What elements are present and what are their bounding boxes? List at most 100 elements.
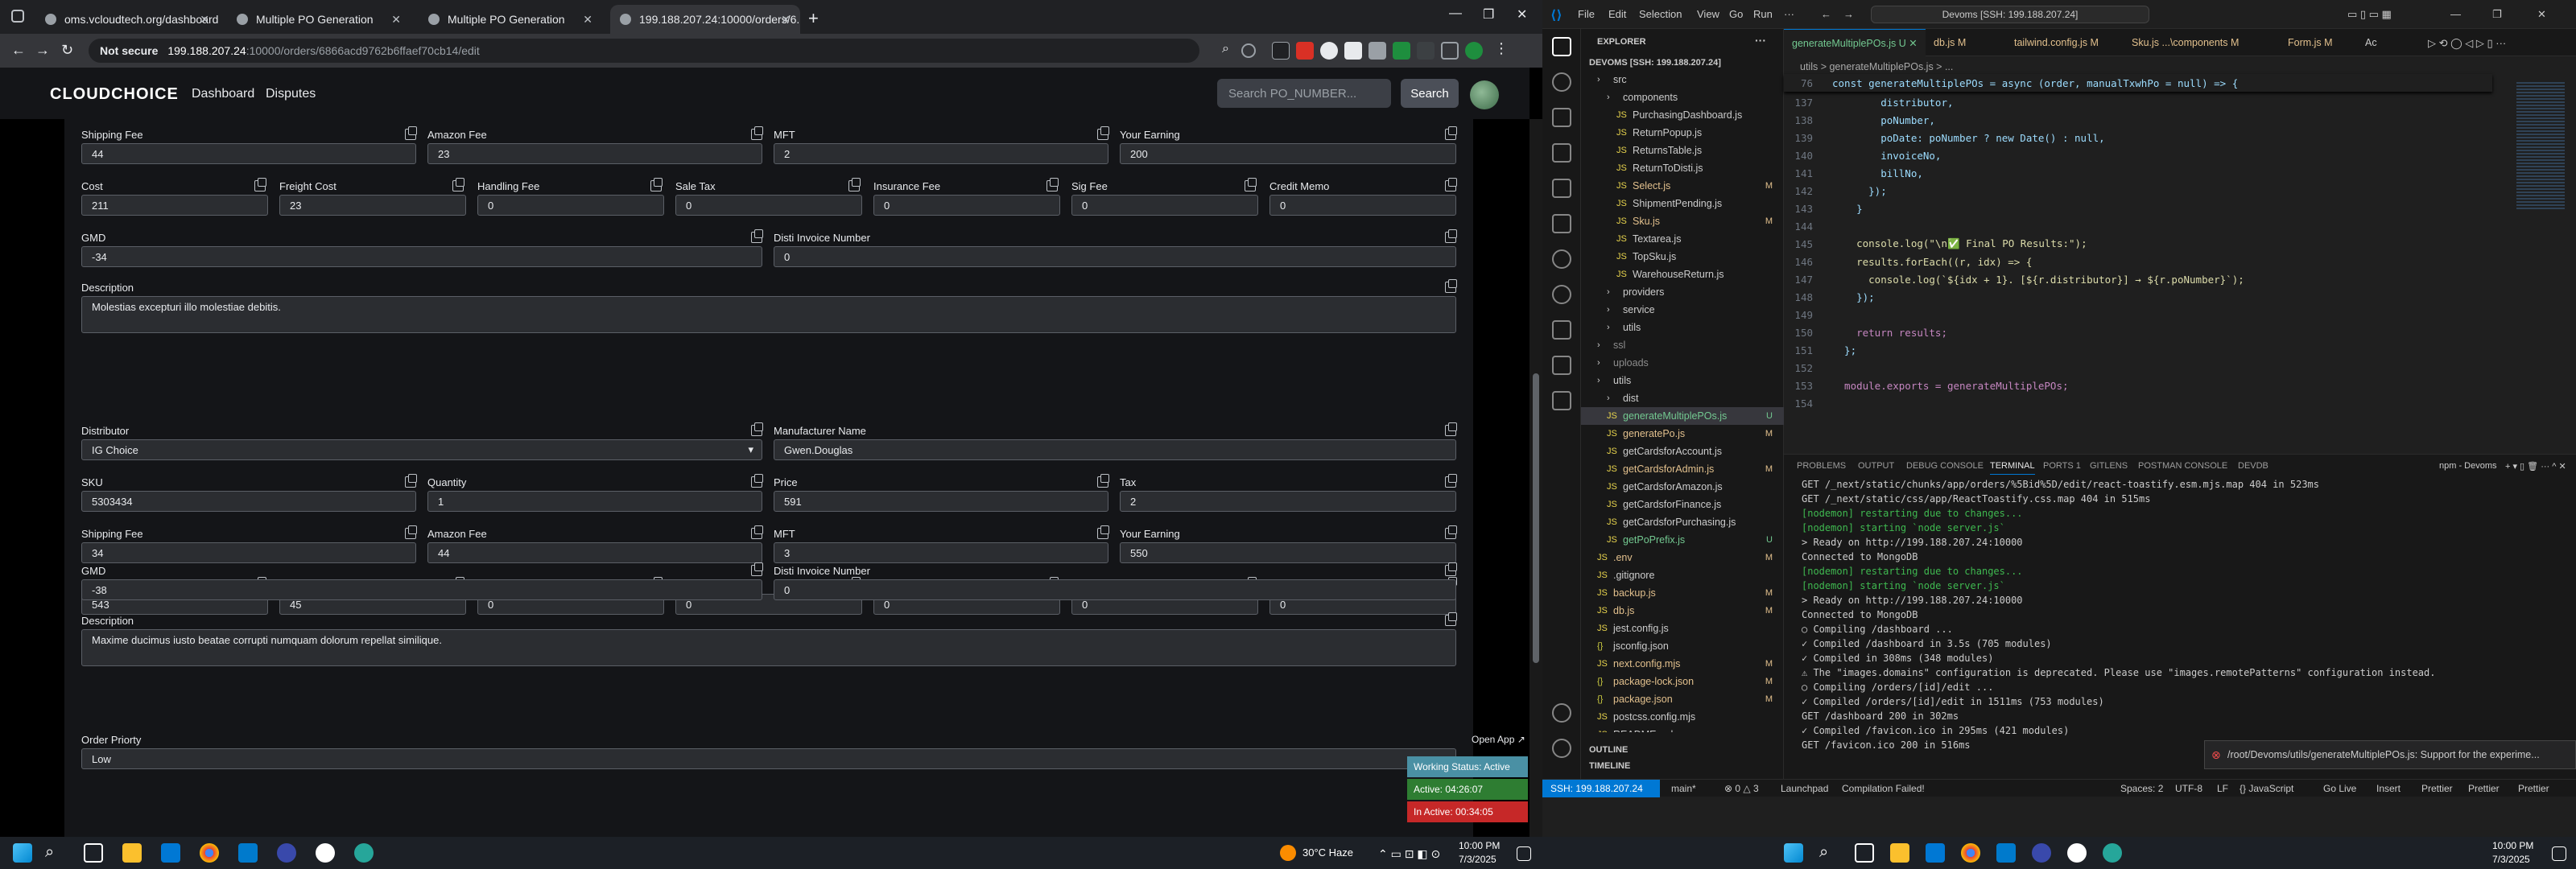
copy-icon[interactable] [1097,525,1109,539]
description-textarea[interactable]: Maxime ducimus iusto beatae corrupti num… [81,629,1456,666]
tab-generate-multiple-pos[interactable]: generateMultiplePOs.js U ✕ [1784,29,1926,56]
close-tab-icon[interactable]: ✕ [200,13,209,27]
gmd-input[interactable]: -38 [81,579,762,600]
store-icon[interactable] [161,843,180,863]
new-tab-icon[interactable]: + [808,8,819,29]
minimize-icon[interactable]: — [1449,6,1462,21]
shipping-fee-input[interactable]: 34 [81,542,416,563]
tab-search-icon[interactable] [11,10,24,23]
sticky-scroll-line[interactable]: 76 const generateMultiplePOs = async (ord… [1784,74,2492,92]
go-live[interactable]: Go Live [2323,783,2356,794]
app-icon[interactable] [2067,843,2087,863]
search-icon[interactable] [1552,72,1571,92]
mft-input[interactable]: 2 [774,143,1108,164]
code-line[interactable]: 145 console.log("\n✅ Final PO Results:")… [1784,235,2492,253]
file-tree-item[interactable]: JS ShipmentPending.js [1581,195,1784,212]
menu-file[interactable]: File [1578,8,1595,20]
tray-icons[interactable]: ⌃ ▭ ⊡ ◧ ⊙ [1378,847,1440,861]
vscode-icon[interactable] [238,843,258,863]
explorer-icon[interactable] [1552,37,1571,56]
amazon-fee-input[interactable]: 23 [427,143,762,164]
encoding[interactable]: UTF-8 [2175,783,2202,794]
search-icon[interactable]: ⌕ [45,843,64,863]
file-tree-item[interactable]: › src [1581,71,1784,89]
code-line[interactable]: 153 module.exports = generateMultiplePOs… [1784,377,2492,394]
file-tree-item[interactable]: JS getCardsforAccount.js [1581,443,1784,460]
file-tree-item[interactable]: JS generatePo.js M [1581,425,1784,443]
file-tree-item[interactable]: JS next.config.mjs M [1581,655,1784,673]
code-line[interactable]: 146 results.forEach((r, idx) => { [1784,253,2492,270]
extensions-puzzle-icon[interactable] [1441,42,1459,60]
copy-icon[interactable] [1445,474,1457,488]
tab-db[interactable]: db.js M [1926,29,2006,56]
copy-icon[interactable] [1445,612,1457,626]
reload-icon[interactable]: ↻ [61,42,73,59]
nav-dashboard[interactable]: Dashboard [192,87,254,101]
distributor-select[interactable]: IG Choice [81,439,762,460]
your-earning-input[interactable]: 550 [1120,542,1456,563]
task-view-icon[interactable] [84,843,103,863]
file-tree-item[interactable]: JS WarehouseReturn.js [1581,266,1784,283]
close-window-icon[interactable]: ✕ [1517,6,1527,23]
insert-mode[interactable]: Insert [2376,783,2401,794]
tab-oms-dashboard[interactable]: oms.vcloudtech.org/dashboard ✕ [35,5,219,34]
app-icon[interactable] [316,843,335,863]
git-graph-icon[interactable] [1552,285,1571,304]
profile-icon[interactable] [1465,42,1483,60]
source-control-icon[interactable] [1552,108,1571,127]
remote-ssh-indicator[interactable]: SSH: 199.188.207.24 [1542,780,1660,797]
compilation-status[interactable]: Compilation Failed! [1842,783,1925,794]
testing-icon[interactable] [1552,320,1571,340]
error-notification[interactable]: /root/Devoms/utils/generateMultiplePOs.j… [2204,740,2576,769]
gear-icon[interactable] [1552,739,1571,758]
clock-time[interactable]: 10:00 PM [1459,840,1500,851]
file-tree-item[interactable]: JS generateMultiplePOs.js U [1581,407,1784,425]
credit-memo-input[interactable]: 0 [1269,195,1456,216]
copy-icon[interactable] [1445,279,1457,293]
zoom-app-icon[interactable] [2032,843,2051,863]
po-search-input[interactable]: Search PO_NUMBER... [1217,79,1391,108]
file-tree-item[interactable]: JS Select.js M [1581,177,1784,195]
panel-tab-postman[interactable]: POSTMAN CONSOLE [2138,461,2227,471]
menu-edit[interactable]: Edit [1608,8,1626,20]
not-secure-badge[interactable]: Not secure [100,44,158,57]
git-branch[interactable]: main* [1671,783,1696,794]
panel-tab-debug-console[interactable]: DEBUG CONSOLE [1906,461,1984,471]
copy-icon[interactable] [405,525,417,539]
tax-input[interactable]: 2 [1120,491,1456,512]
file-tree-item[interactable]: JS TopSku.js [1581,248,1784,266]
cost-input[interactable]: 211 [81,195,268,216]
timeline-section[interactable]: TIMELINE [1589,761,1630,771]
back-icon[interactable]: ← [1821,8,1831,20]
file-explorer-icon[interactable] [1890,843,1909,863]
language-mode[interactable]: {} JavaScript [2240,783,2293,794]
file-tree-item[interactable]: › service [1581,301,1784,319]
copy-icon[interactable] [1445,229,1457,243]
tab-multiple-po-2[interactable]: Multiple PO Generation ✕ [419,5,602,34]
file-tree-item[interactable]: JS Textarea.js [1581,230,1784,248]
gitlens-icon[interactable] [1552,249,1571,269]
address-bar[interactable]: Not secure 199.188.207.24:10000/orders/6… [89,39,1199,63]
file-tree-item[interactable]: › ssl [1581,336,1784,354]
panel-tab-problems[interactable]: PROBLEMS [1797,461,1846,471]
file-tree-item[interactable]: › providers [1581,283,1784,301]
vscode-icon[interactable] [1996,843,2016,863]
disti-invoice-input[interactable]: 0 [774,579,1456,600]
code-line[interactable]: 139 poDate: poNumber ? new Date() : null… [1784,129,2492,146]
menu-view[interactable]: View [1697,8,1719,20]
clock-date[interactable]: 7/3/2025 [2492,854,2530,865]
copy-icon[interactable] [1097,474,1109,488]
file-explorer-icon[interactable] [122,843,142,863]
workspace-root[interactable]: DEVOMS [SSH: 199.188.207.24] [1589,58,1721,68]
freight-cost-input[interactable]: 23 [279,195,466,216]
copy-icon[interactable] [1046,178,1059,192]
panel-tab-ports[interactable]: PORTS 1 [2043,461,2081,471]
layout-icons[interactable]: ▭ ▯ ▭ ▦ [2347,8,2392,21]
file-tree-item[interactable]: JS ReturnPopup.js [1581,124,1784,142]
close-tab-icon[interactable]: ✕ [781,13,791,27]
chrome-icon[interactable] [1961,843,1980,863]
quantity-input[interactable]: 1 [427,491,762,512]
line-ending[interactable]: LF [2217,783,2228,794]
file-tree-item[interactable]: JS db.js M [1581,602,1784,620]
forward-icon[interactable]: → [1843,8,1854,20]
